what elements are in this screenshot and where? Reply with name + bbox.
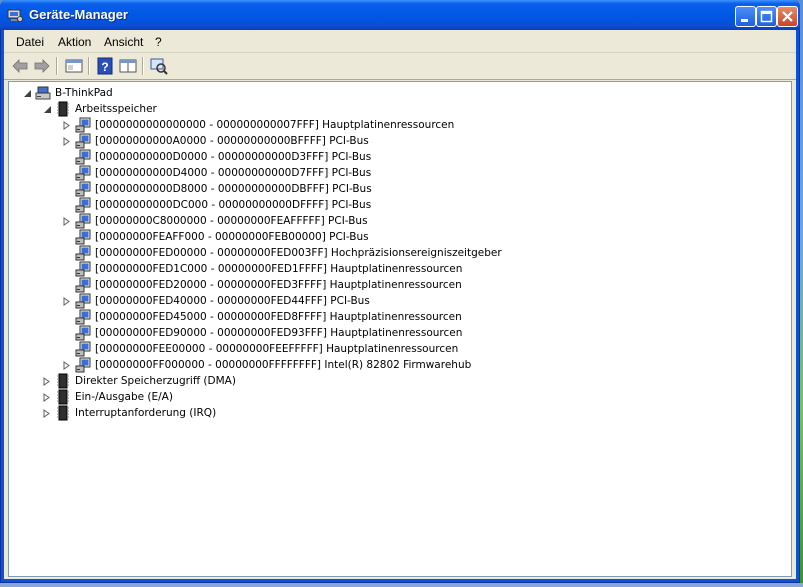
device-resource-icon: [75, 165, 91, 181]
toolbar-separator: [56, 57, 58, 75]
tree-item-memory-range[interactable]: [00000000000DC000 - 00000000000DFFFF] PC…: [59, 197, 779, 213]
tree-item-label: [0000000000000000 - 000000000007FFF] Hau…: [95, 119, 455, 131]
expand-arrow-icon[interactable]: [62, 360, 71, 370]
device-resource-icon: [75, 309, 91, 325]
tree-item-label: [00000000FED40000 - 00000000FED44FFF] PC…: [95, 295, 370, 307]
device-manager-window: Geräte-Manager Datei Aktion Ansicht ? ? …: [0, 0, 800, 583]
client-area: Datei Aktion Ansicht ? ? B-ThinkPad Arbe…: [4, 30, 796, 579]
device-resource-icon: [75, 277, 91, 293]
minimize-button[interactable]: [735, 6, 756, 27]
tree-item-label: [00000000FF000000 - 00000000FFFFFFFF] In…: [95, 359, 472, 371]
device-resource-icon: [75, 261, 91, 277]
device-resource-icon: [75, 229, 91, 245]
tree-category-label: Arbeitsspeicher: [75, 103, 157, 115]
tree-item-label: [00000000FED90000 - 00000000FED93FFF] Ha…: [95, 327, 463, 339]
tree-item-label: [00000000000DC000 - 00000000000DFFFF] PC…: [95, 199, 372, 211]
tree-category[interactable]: Interruptanforderung (IRQ): [39, 405, 439, 421]
menu-ansicht[interactable]: Ansicht: [104, 35, 143, 49]
menu-datei[interactable]: Datei: [16, 35, 44, 49]
tree-item-label: [00000000FED20000 - 00000000FED3FFFF] Ha…: [95, 279, 462, 291]
memory-chip-icon: [55, 405, 71, 421]
memory-chip-icon: [55, 101, 71, 117]
device-resource-icon: [75, 213, 91, 229]
menu-bar: Datei Aktion Ansicht ?: [4, 30, 796, 53]
menu-aktion[interactable]: Aktion: [58, 35, 91, 49]
tree-item-label: [00000000000D8000 - 00000000000DBFFF] PC…: [95, 183, 372, 195]
tree-item-label: [00000000FEE00000 - 00000000FEEFFFFF] Ha…: [95, 343, 459, 355]
collapse-arrow-icon[interactable]: [43, 104, 52, 113]
tree-item-label: [00000000FEAFF000 - 00000000FEB00000] PC…: [95, 231, 369, 243]
memory-chip-icon: [55, 389, 71, 405]
device-resource-icon: [75, 325, 91, 341]
tree-item-label: [00000000FED45000 - 00000000FED8FFFF] Ha…: [95, 311, 462, 323]
tree-item-label: [00000000FED00000 - 00000000FED003FF] Ho…: [95, 247, 502, 259]
tree-item-memory-range[interactable]: [00000000C8000000 - 00000000FEAFFFFF] PC…: [59, 213, 779, 229]
expand-arrow-icon[interactable]: [42, 392, 51, 402]
toolbar: ?: [4, 53, 796, 80]
device-tree[interactable]: B-ThinkPad Arbeitsspeicher [000000000000…: [8, 81, 792, 577]
tree-category[interactable]: Direkter Speicherzugriff (DMA): [39, 373, 439, 389]
device-resource-icon: [75, 245, 91, 261]
tree-item-memory-range[interactable]: [00000000FED90000 - 00000000FED93FFF] Ha…: [59, 325, 779, 341]
properties-window-icon[interactable]: [65, 57, 83, 75]
expand-arrow-icon[interactable]: [42, 376, 51, 386]
svg-text:?: ?: [101, 60, 108, 74]
close-button[interactable]: [777, 6, 798, 27]
device-manager-icon: [7, 7, 23, 23]
tree-item-memory-range[interactable]: [00000000FEAFF000 - 00000000FEB00000] PC…: [59, 229, 779, 245]
tree-item-memory-range[interactable]: [00000000FEE00000 - 00000000FEEFFFFF] Ha…: [59, 341, 779, 357]
tree-category-arbeitsspeicher[interactable]: Arbeitsspeicher: [39, 101, 339, 117]
expand-arrow-icon[interactable]: [42, 408, 51, 418]
tree-item-label: [00000000C8000000 - 00000000FEAFFFFF] PC…: [95, 215, 368, 227]
device-resource-icon: [75, 293, 91, 309]
tree-item-memory-range[interactable]: [00000000000D4000 - 00000000000D7FFF] PC…: [59, 165, 779, 181]
tree-item-memory-range[interactable]: [00000000FED00000 - 00000000FED003FF] Ho…: [59, 245, 779, 261]
desktop-edge: [0, 583, 803, 587]
device-resource-icon: [75, 149, 91, 165]
maximize-button[interactable]: [756, 6, 777, 27]
expand-arrow-icon[interactable]: [62, 136, 71, 146]
tree-category-label: Interruptanforderung (IRQ): [75, 407, 217, 419]
tree-item-memory-range[interactable]: [0000000000000000 - 000000000007FFF] Hau…: [59, 117, 779, 133]
view-icon[interactable]: [119, 57, 137, 75]
toolbar-separator: [142, 57, 144, 75]
device-resource-icon: [75, 133, 91, 149]
tree-item-memory-range[interactable]: [00000000FED1C000 - 00000000FED1FFFF] Ha…: [59, 261, 779, 277]
tree-category[interactable]: Ein-/Ausgabe (E/A): [39, 389, 439, 405]
tree-root-label: B-ThinkPad: [55, 87, 113, 99]
collapse-arrow-icon[interactable]: [23, 88, 32, 97]
expand-arrow-icon[interactable]: [62, 296, 71, 306]
tree-item-label: [00000000000D0000 - 00000000000D3FFF] PC…: [95, 151, 372, 163]
expand-arrow-icon[interactable]: [62, 216, 71, 226]
device-resource-icon: [75, 181, 91, 197]
scan-hardware-icon[interactable]: [150, 57, 168, 75]
computer-icon: [35, 85, 51, 101]
expand-arrow-icon[interactable]: [62, 120, 71, 130]
help-icon[interactable]: ?: [96, 57, 114, 75]
device-resource-icon: [75, 341, 91, 357]
tree-item-memory-range[interactable]: [00000000FED40000 - 00000000FED44FFF] PC…: [59, 293, 779, 309]
tree-category-label: Ein-/Ausgabe (E/A): [75, 391, 173, 403]
device-resource-icon: [75, 197, 91, 213]
tree-item-memory-range[interactable]: [00000000FED20000 - 00000000FED3FFFF] Ha…: [59, 277, 779, 293]
device-resource-icon: [75, 117, 91, 133]
toolbar-separator: [88, 57, 90, 75]
tree-item-label: [00000000FED1C000 - 00000000FED1FFFF] Ha…: [95, 263, 463, 275]
tree-item-memory-range[interactable]: [00000000000D8000 - 00000000000DBFFF] PC…: [59, 181, 779, 197]
memory-chip-icon: [55, 373, 71, 389]
tree-item-memory-range[interactable]: [00000000FF000000 - 00000000FFFFFFFF] In…: [59, 357, 779, 373]
tree-category-label: Direkter Speicherzugriff (DMA): [75, 375, 236, 387]
tree-item-memory-range[interactable]: [00000000000A0000 - 00000000000BFFFF] PC…: [59, 133, 779, 149]
back-arrow-icon[interactable]: [11, 57, 29, 75]
menu-help[interactable]: ?: [155, 35, 162, 49]
tree-root[interactable]: B-ThinkPad: [19, 85, 319, 101]
forward-arrow-icon[interactable]: [33, 57, 51, 75]
tree-item-label: [00000000000A0000 - 00000000000BFFFF] PC…: [95, 135, 369, 147]
tree-item-memory-range[interactable]: [00000000FED45000 - 00000000FED8FFFF] Ha…: [59, 309, 779, 325]
tree-item-memory-range[interactable]: [00000000000D0000 - 00000000000D3FFF] PC…: [59, 149, 779, 165]
window-title: Geräte-Manager: [29, 7, 128, 22]
tree-item-label: [00000000000D4000 - 00000000000D7FFF] PC…: [95, 167, 372, 179]
title-bar[interactable]: Geräte-Manager: [0, 0, 800, 30]
device-resource-icon: [75, 357, 91, 373]
